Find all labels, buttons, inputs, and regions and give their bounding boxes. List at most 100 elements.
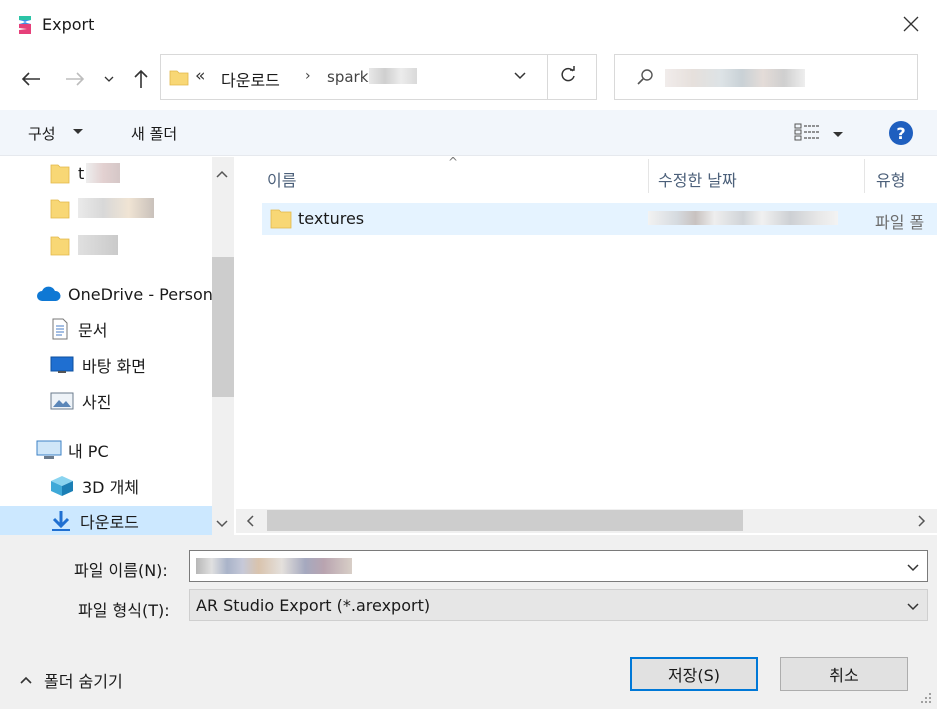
close-icon [903,16,919,32]
document-icon [52,318,68,340]
folder-icon [50,236,70,256]
scroll-right-button[interactable] [918,513,926,531]
chevron-down-icon [72,123,84,143]
tree-item-label: 바탕 화면 [82,357,146,376]
download-icon [52,511,70,531]
redacted-text [196,558,352,574]
column-divider[interactable] [648,159,649,193]
recent-locations-button[interactable] [98,64,120,94]
title-bar [0,0,937,50]
tree-item-label: OneDrive - Person [68,284,213,304]
redacted-text [369,68,417,84]
spark-ar-app-icon [16,14,34,36]
chevron-down-icon [514,72,526,80]
address-dropdown[interactable] [513,67,535,87]
tree-item-label: 문서 [78,321,108,340]
refresh-icon [561,66,575,82]
close-button[interactable] [896,9,926,39]
redacted-text [648,211,838,225]
tree-scrollbar-thumb[interactable] [212,257,234,397]
redacted-text [665,69,805,87]
file-name-cell[interactable]: textures [298,209,364,228]
chevron-down-icon [216,520,228,528]
details-view-icon [794,123,820,141]
file-name-dropdown[interactable] [906,559,920,577]
chevron-down-icon [907,564,919,572]
tree-item-downloads[interactable]: 다운로드 [0,506,212,536]
divider [547,55,548,99]
redacted-text [78,198,154,218]
help-button[interactable]: ? [889,121,913,145]
folder-icon [50,164,70,184]
up-button[interactable] [126,64,156,94]
new-folder-button[interactable]: 새 폴더 [131,123,177,144]
hide-folders-toggle[interactable]: 폴더 숨기기 [20,668,123,692]
chevron-down-icon [104,76,114,82]
arrow-up-icon [134,69,148,88]
chevron-down-icon[interactable] [832,126,844,144]
desktop-icon [50,356,74,373]
chevron-down-icon [907,603,919,611]
file-type-dropdown[interactable] [906,598,920,616]
tree-item-label: 3D 개체 [82,478,140,497]
redacted-text [86,163,121,183]
column-divider[interactable] [864,159,865,193]
address-segment-downloads[interactable]: 다운로드 [221,67,280,91]
address-segment-folder[interactable]: spark [327,68,368,86]
chevron-up-icon [216,170,228,178]
tree-item-folder-1[interactable]: t [50,158,121,188]
tree-item-3d-objects[interactable]: 3D 개체 [50,471,139,501]
tree-item-pictures[interactable]: 사진 [50,386,111,416]
redacted-text [78,235,118,255]
sort-ascending-icon: ^ [448,155,459,169]
tree-item-folder-3[interactable] [50,230,118,260]
hide-folders-label: 폴더 숨기기 [44,672,123,691]
folder-icon [169,67,189,91]
tree-item-documents[interactable]: 문서 [50,314,107,344]
column-header-date[interactable]: 수정한 날짜 [658,167,737,191]
scroll-up-button[interactable] [216,164,228,182]
scroll-left-button[interactable] [246,513,254,531]
file-type-cell: 파일 폴 [875,213,925,232]
file-type-select[interactable]: AR Studio Export (*.arexport) [189,589,928,621]
tree-item-label: t [78,163,85,183]
window-title: Export [42,15,95,34]
tree-item-this-pc[interactable]: 내 PC [36,435,109,465]
horizontal-scrollbar-thumb[interactable] [267,510,743,531]
organize-button[interactable]: 구성 [28,123,56,144]
arrow-left-icon [21,72,40,86]
chevron-up-icon [20,676,32,684]
cube-icon [51,476,73,496]
scroll-down-button[interactable] [216,514,228,532]
file-name-label: 파일 이름(N): [74,561,168,580]
resize-grip-icon[interactable] [918,690,932,708]
chevron-right-icon [918,515,926,527]
tree-item-folder-2[interactable] [50,193,154,223]
view-options-button[interactable] [794,123,822,145]
file-type-label: 파일 형식(T): [78,601,170,620]
search-input[interactable] [614,54,918,100]
column-header-type[interactable]: 유형 [876,167,905,191]
command-bar: 구성 새 폴더 [0,110,937,156]
address-bar[interactable]: « 다운로드 › spark [160,54,597,100]
tree-item-label: 사진 [82,393,112,412]
folder-icon [270,206,292,234]
tree-item-desktop[interactable]: 바탕 화면 [50,350,146,380]
search-icon [637,68,655,90]
refresh-button[interactable] [559,66,583,90]
file-type-value: AR Studio Export (*.arexport) [196,596,431,615]
file-name-input[interactable] [189,550,928,582]
column-header-name[interactable]: 이름 [267,167,296,191]
save-button[interactable]: 저장(S) [630,657,758,691]
computer-icon [36,440,62,459]
tree-item-onedrive[interactable]: OneDrive - Person [36,279,213,309]
folder-icon [50,199,70,219]
arrow-right-icon [66,72,85,86]
cancel-button[interactable]: 취소 [780,657,908,691]
chevron-left-icon [246,515,254,527]
address-overflow[interactable]: « [195,66,205,86]
back-button[interactable] [16,64,46,94]
address-separator[interactable]: › [305,68,311,84]
forward-button[interactable] [60,64,90,94]
tree-item-label: 다운로드 [80,513,139,532]
